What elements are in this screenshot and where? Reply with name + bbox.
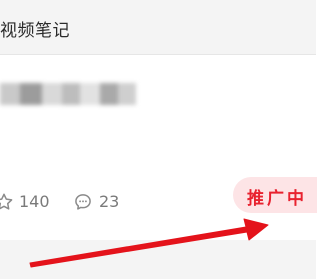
red-arrow-annotation xyxy=(29,218,269,268)
